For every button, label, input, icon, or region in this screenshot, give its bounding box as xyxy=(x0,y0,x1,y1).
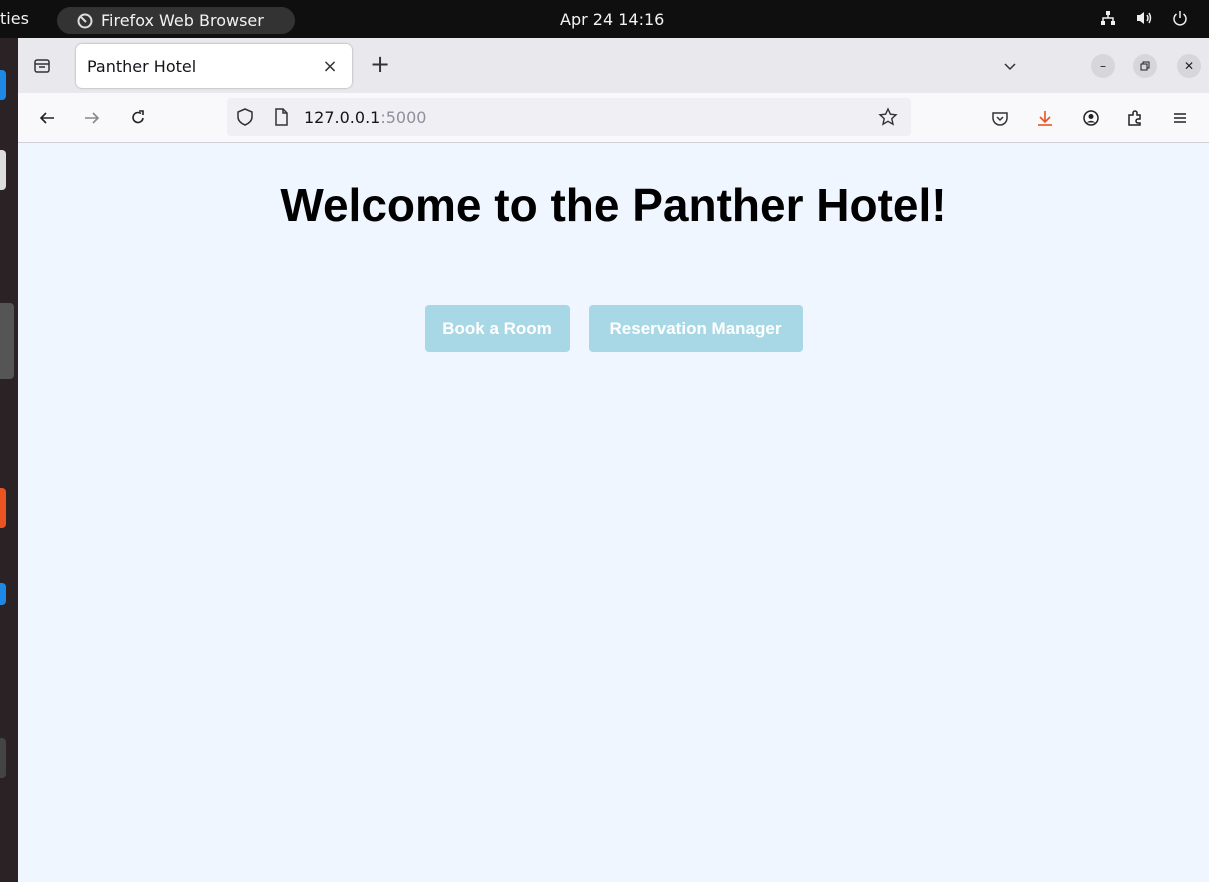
power-icon xyxy=(1171,9,1189,27)
dock-app-icon[interactable] xyxy=(0,70,6,100)
dock-app-icon[interactable] xyxy=(0,583,6,605)
page-icon[interactable] xyxy=(271,107,291,127)
dock-app-icon[interactable] xyxy=(0,303,14,379)
clock[interactable]: Apr 24 14:16 xyxy=(560,10,664,29)
back-arrow-icon[interactable] xyxy=(35,106,59,130)
forward-arrow-icon[interactable] xyxy=(80,106,104,130)
page-content: Welcome to the Panther Hotel! Book a Roo… xyxy=(18,144,1209,882)
shield-icon[interactable] xyxy=(235,107,255,127)
bookmark-star-icon[interactable] xyxy=(878,107,898,127)
minimize-icon[interactable]: – xyxy=(1091,54,1115,78)
action-buttons: Book a Room Reservation Manager xyxy=(18,305,1209,352)
app-name-label: Firefox Web Browser xyxy=(101,11,264,30)
firefox-window: Panther Hotel × + – ✕ 127.0.0.1:5000 Wel… xyxy=(18,38,1209,882)
dock xyxy=(0,38,18,882)
tab-title: Panther Hotel xyxy=(87,56,197,76)
navigation-toolbar: 127.0.0.1:5000 xyxy=(18,93,1209,143)
chevron-down-icon[interactable] xyxy=(998,54,1022,78)
new-tab-icon[interactable]: + xyxy=(368,50,392,78)
hamburger-menu-icon[interactable] xyxy=(1168,106,1192,130)
activities-button[interactable]: ties xyxy=(0,9,29,28)
volume-icon xyxy=(1135,9,1153,27)
dock-app-icon[interactable] xyxy=(0,150,6,190)
close-window-icon[interactable]: ✕ xyxy=(1177,54,1201,78)
pocket-icon[interactable] xyxy=(988,106,1012,130)
firefox-view-icon[interactable] xyxy=(30,54,54,78)
restore-icon[interactable] xyxy=(1133,54,1157,78)
url-port: :5000 xyxy=(380,108,427,127)
system-top-bar: ties Firefox Web Browser Apr 24 14:16 xyxy=(0,0,1209,38)
app-menu-button[interactable]: Firefox Web Browser xyxy=(57,7,295,34)
download-icon[interactable] xyxy=(1033,106,1057,130)
url-host: 127.0.0.1 xyxy=(304,108,381,127)
reload-icon[interactable] xyxy=(126,106,150,130)
account-icon[interactable] xyxy=(1079,106,1103,130)
status-area[interactable] xyxy=(1099,9,1189,27)
firefox-icon xyxy=(77,13,93,29)
tab-panther-hotel[interactable]: Panther Hotel × xyxy=(76,44,352,88)
page-heading: Welcome to the Panther Hotel! xyxy=(280,179,947,231)
url-text[interactable]: 127.0.0.1:5000 xyxy=(304,108,426,127)
book-room-button[interactable]: Book a Room xyxy=(424,305,570,352)
close-tab-icon[interactable]: × xyxy=(320,56,340,77)
extensions-icon[interactable] xyxy=(1123,106,1147,130)
tab-bar: Panther Hotel × + – ✕ xyxy=(18,38,1209,93)
url-bar[interactable]: 127.0.0.1:5000 xyxy=(227,98,911,136)
network-icon xyxy=(1099,9,1117,27)
reservation-manager-button[interactable]: Reservation Manager xyxy=(588,305,803,352)
dock-app-icon[interactable] xyxy=(0,738,6,778)
dock-app-icon[interactable] xyxy=(0,488,6,528)
